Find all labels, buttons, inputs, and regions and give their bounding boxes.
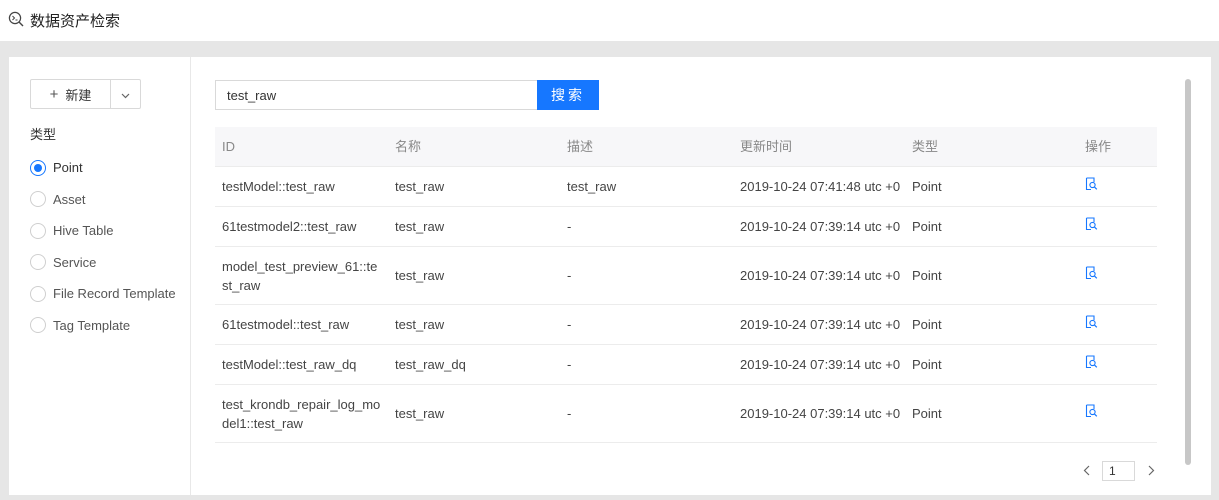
cell-actions: [1078, 266, 1157, 285]
column-header-id: ID: [222, 139, 235, 154]
page-title: 数据资产检索: [30, 13, 121, 30]
column-header-type: 类型: [912, 139, 939, 154]
cell-type: Point: [912, 406, 942, 421]
cell-description: -: [567, 406, 572, 421]
cell-updated: 2019-10-24 07:39:14 utc +0: [740, 219, 901, 234]
table-row: testModel::test_raw_dq test_raw_dq - 2019-1…: [215, 345, 1157, 385]
cell-updated: 2019-10-24 07:39:14 utc +0: [740, 268, 901, 283]
cell-id: 61testmodel2::test_raw: [222, 219, 357, 234]
column-header-description: 描述: [567, 139, 594, 154]
view-detail-icon[interactable]: [1085, 355, 1099, 369]
type-option-label: Hive Table: [53, 223, 114, 239]
type-option-file-record-template[interactable]: File Record Template: [30, 278, 176, 310]
table-body: testModel::test_raw test_raw test_raw 2019-…: [215, 167, 1157, 443]
view-detail-icon[interactable]: [1085, 404, 1099, 418]
cell-description: -: [567, 268, 572, 283]
type-option-label: File Record Template: [53, 286, 176, 302]
type-option-service[interactable]: Service: [30, 247, 176, 279]
cell-actions: [1078, 355, 1157, 374]
results-table: ID 名称 描述 更新时间 类型 操作 testModel::test_raw t…: [215, 127, 1157, 443]
type-option-tag-template[interactable]: Tag Template: [30, 310, 176, 342]
cell-description: -: [567, 317, 572, 332]
view-detail-icon[interactable]: [1085, 177, 1099, 191]
cell-id: test_krondb_repair_log_model1::test_raw: [222, 396, 381, 431]
next-page-button[interactable]: [1143, 463, 1159, 479]
cell-updated: 2019-10-24 07:39:14 utc +0: [740, 317, 901, 332]
type-option-label: Tag Template: [53, 317, 131, 333]
table-row: 61testmodel2::test_raw test_raw - 2019-10-2…: [215, 207, 1157, 247]
cell-actions: [1078, 217, 1157, 236]
cell-type: Point: [912, 268, 942, 283]
main-panel: + 新建 类型 Point Asset Hive Table Service F…: [9, 57, 1211, 495]
header-bar: 数据资产检索: [0, 0, 1219, 41]
radio-button[interactable]: [30, 254, 46, 271]
radio-button[interactable]: [30, 317, 46, 334]
radio-button[interactable]: [30, 159, 46, 176]
cell-actions: [1078, 315, 1157, 334]
cell-name: test_raw: [395, 179, 445, 194]
view-detail-icon[interactable]: [1085, 217, 1099, 231]
table-row: 61testmodel::test_raw test_raw - 2019-10-24…: [215, 305, 1157, 345]
cell-id: model_test_preview_61::test_raw: [222, 258, 378, 293]
type-filter-label: 类型: [30, 127, 57, 142]
cell-id: 61testmodel::test_raw: [222, 317, 350, 332]
cell-actions: [1078, 177, 1157, 196]
cell-updated: 2019-10-24 07:39:14 utc +0: [740, 357, 901, 372]
new-button[interactable]: + 新建: [31, 80, 111, 108]
cell-type: Point: [912, 357, 942, 372]
type-option-point[interactable]: Point: [30, 152, 176, 184]
chevron-down-icon: [121, 87, 130, 102]
cell-actions: [1078, 404, 1157, 423]
cell-name: test_raw: [395, 268, 445, 283]
new-button-group: + 新建: [30, 79, 141, 109]
asset-search-icon: [8, 11, 24, 30]
column-header-updated: 更新时间: [740, 139, 793, 154]
type-option-asset[interactable]: Asset: [30, 184, 176, 216]
cell-updated: 2019-10-24 07:39:14 utc +0: [740, 406, 901, 421]
search-button[interactable]: 搜索: [537, 80, 599, 110]
column-header-actions: 操作: [1085, 139, 1112, 154]
cell-id: testModel::test_raw_dq: [222, 357, 357, 372]
prev-page-button[interactable]: [1078, 463, 1094, 479]
plus-icon: +: [49, 85, 59, 103]
page-number-input[interactable]: 1: [1102, 461, 1135, 481]
column-header-name: 名称: [395, 139, 422, 154]
type-option-label: Asset: [53, 191, 86, 207]
cell-updated: 2019-10-24 07:41:48 utc +0: [740, 179, 901, 194]
search-input[interactable]: [215, 80, 537, 110]
cell-name: test_raw_dq: [395, 357, 466, 372]
type-option-label: Service: [53, 254, 97, 270]
cell-name: test_raw: [395, 406, 445, 421]
type-option-label: Point: [53, 160, 83, 176]
cell-type: Point: [912, 317, 942, 332]
new-button-label: 新建: [65, 87, 92, 103]
table-header: ID 名称 描述 更新时间 类型 操作: [215, 127, 1157, 167]
radio-button[interactable]: [30, 285, 46, 302]
type-option-hive-table[interactable]: Hive Table: [30, 215, 176, 247]
cell-id: testModel::test_raw: [222, 179, 335, 194]
sidebar: + 新建 类型 Point Asset Hive Table Service F…: [9, 57, 191, 495]
view-detail-icon[interactable]: [1085, 266, 1099, 280]
cell-name: test_raw: [395, 317, 445, 332]
new-dropdown-button[interactable]: [111, 80, 140, 108]
cell-name: test_raw: [395, 219, 445, 234]
table-row: model_test_preview_61::test_raw test_raw -…: [215, 247, 1157, 305]
cell-description: -: [567, 357, 572, 372]
scrollbar[interactable]: [1185, 79, 1191, 465]
cell-description: -: [567, 219, 572, 234]
table-row: testModel::test_raw test_raw test_raw 2019-…: [215, 167, 1157, 207]
cell-description: test_raw: [567, 179, 617, 194]
radio-button[interactable]: [30, 191, 46, 208]
table-row: test_krondb_repair_log_model1::test_raw t…: [215, 385, 1157, 443]
pagination: 1: [1078, 461, 1159, 481]
type-radio-group: Point Asset Hive Table Service File Reco…: [30, 152, 176, 341]
cell-type: Point: [912, 219, 942, 234]
view-detail-icon[interactable]: [1085, 315, 1099, 329]
radio-button[interactable]: [30, 222, 46, 239]
cell-type: Point: [912, 179, 942, 194]
